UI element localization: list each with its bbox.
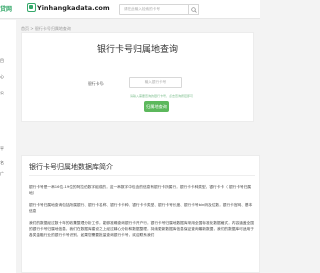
card-number-input[interactable]: 输入银行卡号 [129, 77, 182, 88]
intro-title: 银行卡号归属地数据库简介 [29, 163, 113, 171]
site-brand[interactable]: Yinhangkadata.com [37, 4, 110, 12]
intro-paragraph: 银行卡号归属地查询包括所属银行、银行卡名称、银行卡卡种、银行卡卡类型、银行卡号长… [29, 203, 253, 213]
intro-paragraph: 我们的数据经过数十年的收集整理分析工作，能够准确查询银行卡开户行，银行卡号归属地… [29, 221, 254, 237]
sidebar-item-3[interactable]: 平 [0, 146, 4, 152]
left-sidebar: 目 心 公 平 名 广 [0, 20, 16, 273]
header-search-input[interactable]: 请在此输入检索的卡号 [119, 4, 189, 15]
query-hint: 请输入需要查询的银行卡号，点击查询按钮即可 [130, 94, 194, 98]
search-button[interactable] [188, 4, 199, 15]
sidebar-item-2[interactable]: 公 [0, 90, 4, 96]
site-logo-icon[interactable] [27, 3, 36, 12]
sidebar-item-5[interactable]: 广 [0, 171, 4, 177]
query-card-title: 银行卡号归属地查询 [96, 45, 178, 55]
intro-card: 银行卡号归属地数据库简介 银行卡号是一串16位-19位的阿拉伯数字组成的，这一串… [21, 155, 260, 273]
sidebar-item-1[interactable]: 心 [0, 74, 4, 80]
intro-divider [29, 175, 255, 176]
card-number-label: 银行卡号: [88, 81, 105, 86]
top-header: 贷网 Yinhangkadata.com 请在此输入检索的卡号 [0, 0, 260, 19]
search-icon [191, 7, 197, 13]
intro-paragraph: 银行卡号是一串16位-19位的阿拉伯数字组成的，这一串数字中包含的信息有银行卡所… [29, 185, 252, 195]
query-button[interactable]: 归属地查询 [144, 101, 169, 112]
left-logo-text[interactable]: 贷网 [0, 4, 12, 13]
sidebar-item-4[interactable]: 名 [0, 160, 4, 166]
query-card: 银行卡号归属地查询 银行卡号: 输入银行卡号 请输入需要查询的银行卡号，点击查询… [21, 32, 254, 122]
sidebar-item-0[interactable]: 目 [0, 58, 4, 64]
